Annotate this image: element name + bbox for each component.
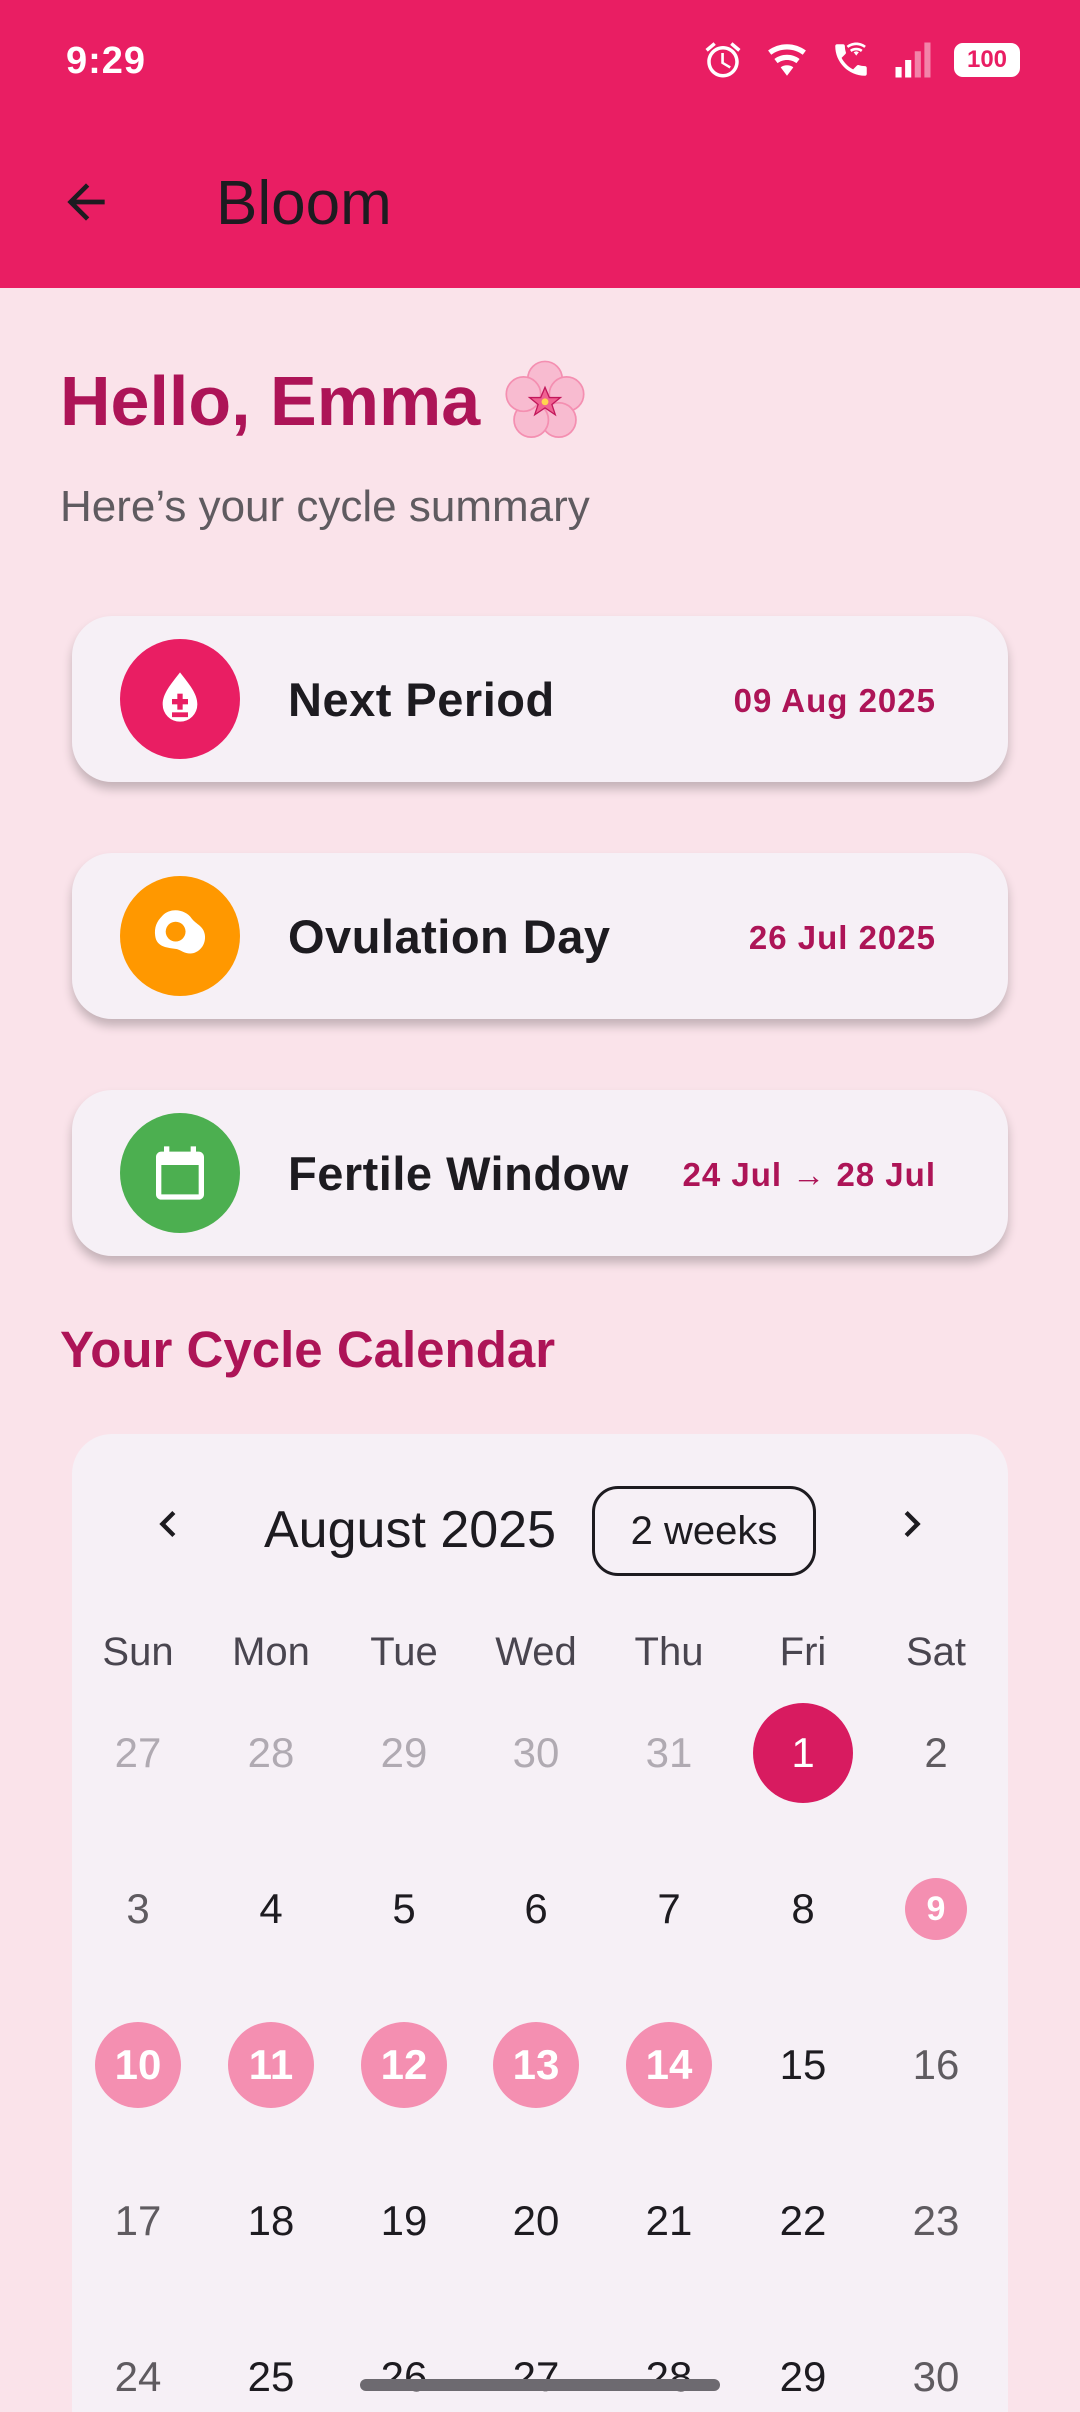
day-cell[interactable]: 30 (486, 1703, 586, 1803)
day-cell[interactable]: 3 (88, 1859, 188, 1959)
next-period-card[interactable]: Next Period 09 Aug 2025 (72, 616, 1008, 782)
period-day-cell[interactable]: 13 (493, 2022, 579, 2108)
fertile-window-card[interactable]: Fertile Window 24 Jul → 28 Jul (72, 1090, 1008, 1256)
card-label: Fertile Window (288, 1147, 629, 1200)
alarm-icon (702, 39, 744, 81)
day-cell[interactable]: 6 (486, 1859, 586, 1959)
weekday-label: Mon (232, 1630, 310, 1674)
day-cell[interactable]: 24 (88, 2327, 188, 2412)
previous-month-button[interactable] (138, 1496, 198, 1556)
day-cell[interactable]: 8 (753, 1859, 853, 1959)
greeting: Hello, Emma (60, 358, 588, 444)
day-cell[interactable]: 27 (88, 1703, 188, 1803)
arrow-back-icon (58, 174, 114, 235)
greeting-title: Hello, Emma (60, 362, 481, 440)
day-cell[interactable]: 28 (619, 2327, 719, 2412)
battery-icon: 100 (954, 43, 1020, 77)
weekday-label: Sun (102, 1630, 174, 1674)
weekday-label: Thu (634, 1630, 704, 1674)
status-icons: 100 (702, 36, 1020, 84)
app-bar: 9:29 100 Bloom (0, 0, 1080, 288)
day-cell[interactable]: 22 (753, 2171, 853, 2271)
period-day-cell[interactable]: 11 (228, 2022, 314, 2108)
wifi-calling-icon (830, 39, 872, 81)
day-cell[interactable]: 29 (354, 1703, 454, 1803)
card-value: 09 Aug 2025 (733, 682, 936, 719)
weekday-label: Tue (370, 1630, 438, 1674)
card-label: Next Period (288, 673, 555, 726)
egg-icon (120, 876, 240, 996)
calendar-icon (120, 1113, 240, 1233)
weekday-label: Sat (905, 1630, 967, 1674)
day-cell[interactable]: 5 (354, 1859, 454, 1959)
card-value: 26 Jul 2025 (748, 919, 936, 956)
calendar-format-button[interactable]: 2 weeks (592, 1486, 816, 1576)
status-time: 9:29 (66, 40, 147, 82)
day-cell[interactable]: 25 (221, 2327, 321, 2412)
day-cell[interactable]: 29 (753, 2327, 853, 2412)
day-cell[interactable]: 7 (619, 1859, 719, 1959)
period-day-cell[interactable]: 14 (626, 2022, 712, 2108)
back-button[interactable] (48, 166, 124, 242)
greeting-subtitle: Here’s your cycle summary (60, 482, 590, 531)
card-label: Ovulation Day (288, 910, 611, 963)
day-cell[interactable]: 4 (221, 1859, 321, 1959)
day-cell[interactable]: 28 (221, 1703, 321, 1803)
blood-drop-icon (120, 639, 240, 759)
next-month-button[interactable] (882, 1496, 942, 1556)
day-cell[interactable]: 18 (221, 2171, 321, 2271)
chevron-right-icon (886, 1498, 938, 1555)
cherry-blossom-icon (502, 358, 588, 444)
calendar-section-title: Your Cycle Calendar (60, 1321, 556, 1378)
cycle-calendar: August 2025 2 weeks Sun Mon Tue Wed Thu Fri Sa… (72, 1434, 1008, 2412)
calendar-month-title: August 2025 (264, 1501, 557, 1559)
wifi-icon (762, 39, 812, 81)
day-cell[interactable]: 26 (354, 2327, 454, 2412)
selected-day-cell[interactable]: 1 (753, 1703, 853, 1803)
card-value: 24 Jul → 28 Jul (682, 1156, 936, 1193)
day-cell[interactable]: 15 (753, 2015, 853, 2115)
period-day-cell[interactable]: 12 (361, 2022, 447, 2108)
period-day-cell[interactable]: 9 (905, 1878, 967, 1940)
home-indicator[interactable] (360, 2379, 720, 2391)
chevron-left-icon (142, 1498, 194, 1555)
day-cell[interactable]: 17 (88, 2171, 188, 2271)
day-cell[interactable]: 16 (886, 2015, 986, 2115)
day-cell[interactable]: 31 (619, 1703, 719, 1803)
weekday-label: Wed (495, 1630, 577, 1674)
day-cell[interactable]: 2 (886, 1703, 986, 1803)
day-cell[interactable]: 21 (619, 2171, 719, 2271)
app-title: Bloom (216, 169, 392, 238)
ovulation-day-card[interactable]: Ovulation Day 26 Jul 2025 (72, 853, 1008, 1019)
day-cell[interactable]: 20 (486, 2171, 586, 2271)
day-cell[interactable]: 27 (486, 2327, 586, 2412)
day-cell[interactable]: 23 (886, 2171, 986, 2271)
day-cell[interactable]: 19 (354, 2171, 454, 2271)
weekday-label: Fri (779, 1630, 827, 1674)
period-day-cell[interactable]: 10 (95, 2022, 181, 2108)
signal-icon (890, 39, 936, 81)
day-cell[interactable]: 30 (886, 2327, 986, 2412)
